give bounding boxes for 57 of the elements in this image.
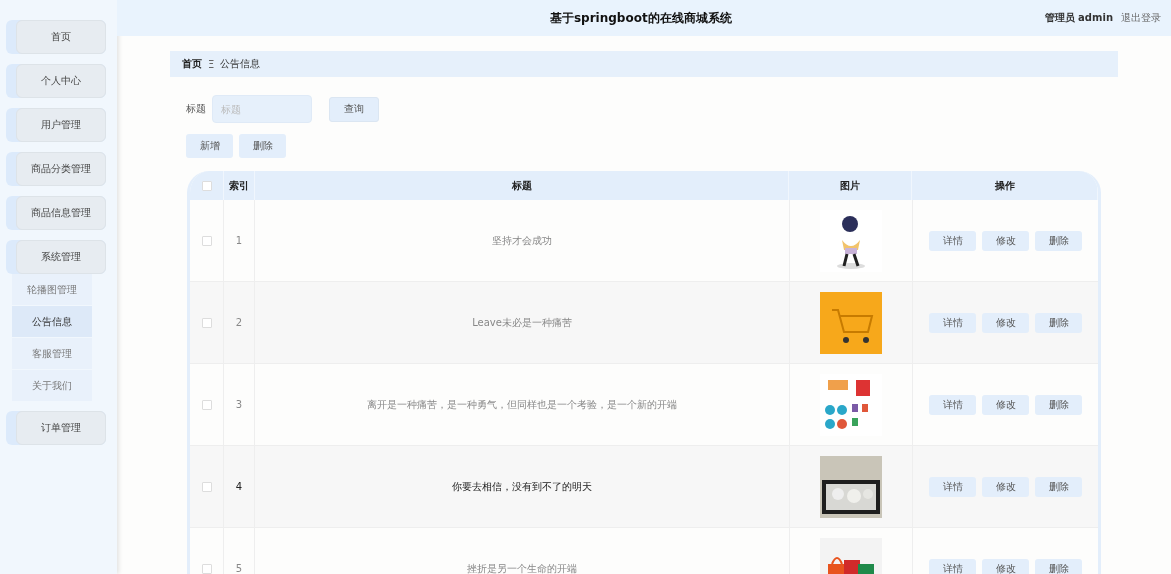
row-action-button[interactable]: 删除 [1035,394,1082,415]
action-button[interactable]: 删除 [239,134,286,158]
row-action-button[interactable]: 删除 [1035,230,1082,251]
action-button[interactable]: 新增 [186,134,233,158]
row-action-button[interactable]: 详情 [929,558,976,574]
checkbox[interactable] [201,481,212,492]
table-cell: 1 [235,235,243,246]
checkbox[interactable] [201,180,212,191]
menu-item[interactable]: 商品分类管理 [16,152,106,186]
breadcrumb-link[interactable]: 首页 [182,57,202,71]
column-header: 操作 [912,171,1098,200]
menu-item[interactable]: 用户管理 [16,108,106,142]
app-title: 基于springboot的在线商城系统 [548,9,733,27]
table-cell: 5 [235,563,243,574]
row-action-button[interactable]: 详情 [929,230,976,251]
column-header: 索引 [224,171,255,200]
row-action-button[interactable]: 修改 [982,230,1029,251]
table-cell: 挫折是另一个生命的开端 [467,561,577,574]
table-cell: 坚持才会成功 [492,233,552,248]
search-field[interactable]: 标题 [212,95,312,123]
menu-item[interactable]: 首页 [16,20,106,54]
row-action-button[interactable]: 删除 [1035,312,1082,333]
checkbox[interactable] [201,399,212,410]
menu-item[interactable]: 系统管理 [16,240,106,274]
table-cell: 2 [235,317,243,328]
submenu-item[interactable]: 公告信息 [12,306,92,337]
menu-item[interactable]: 订单管理 [16,411,106,445]
search-button[interactable]: 查询 [329,96,379,122]
row-action-button[interactable]: 详情 [929,394,976,415]
table-cell: 3 [235,399,243,410]
row-action-button[interactable]: 详情 [929,476,976,497]
row-action-button[interactable]: 修改 [982,394,1029,415]
user-label: 管理员 admin [1044,11,1113,25]
row-action-button[interactable]: 修改 [982,476,1029,497]
checkbox[interactable] [201,317,212,328]
breadcrumb-separator: Ξ [208,58,215,70]
breadcrumb-current: 公告信息 [220,57,261,71]
field-label: 标题 [186,102,206,116]
row-action-button[interactable]: 修改 [982,312,1029,333]
menu-item[interactable]: 个人中心 [16,64,106,98]
checkbox[interactable] [201,563,212,574]
table-cell: 离开是一种痛苦，是一种勇气，但同样也是一个考验，是一个新的开端 [367,397,677,412]
row-action-button[interactable]: 修改 [982,558,1029,574]
row-action-button[interactable]: 详情 [929,312,976,333]
table-cell: Leave未必是一种痛苦 [472,315,572,330]
submenu-item[interactable]: 关于我们 [12,370,92,401]
row-action-button[interactable]: 删除 [1035,476,1082,497]
table-cell: 你要去相信，没有到不了的明天 [452,479,592,494]
column-header: 标题 [255,171,789,200]
logout-link[interactable]: 退出登录 [1121,11,1161,25]
submenu-item[interactable]: 轮播图管理 [12,274,92,305]
checkbox[interactable] [201,235,212,246]
menu-item[interactable]: 商品信息管理 [16,196,106,230]
column-header: 图片 [789,171,912,200]
submenu-item[interactable]: 客服管理 [12,338,92,369]
row-action-button[interactable]: 删除 [1035,558,1082,574]
table-cell: 4 [235,481,243,492]
